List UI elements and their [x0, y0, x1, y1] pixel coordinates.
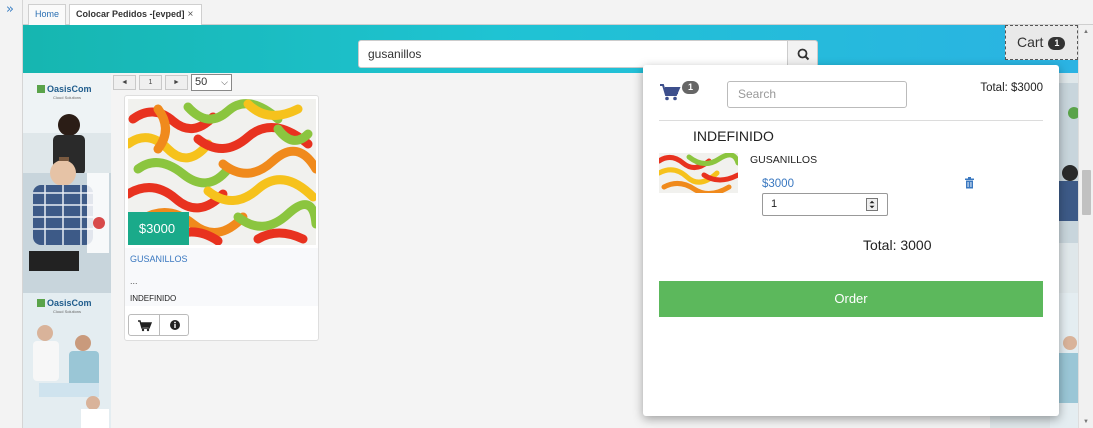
previous-page-button[interactable]: ◄	[113, 75, 136, 90]
order-button[interactable]: Order	[659, 281, 1043, 317]
scroll-down-icon[interactable]: ▼	[1083, 419, 1089, 425]
tab-colocar-pedidos[interactable]: Colocar Pedidos -[evped] ×	[69, 4, 202, 26]
cart-search-input[interactable]: Search	[727, 81, 907, 108]
chevron-down-icon: ⌵	[221, 77, 228, 87]
scroll-up-icon[interactable]: ▲	[1083, 29, 1089, 35]
divider	[659, 120, 1043, 121]
info-icon[interactable]	[160, 315, 190, 335]
left-sidebar-strip: »	[0, 0, 23, 428]
cart-item-name: GUSANILLOS	[750, 154, 818, 166]
svg-text:OasisCom: OasisCom	[47, 298, 92, 308]
trash-icon[interactable]	[964, 177, 975, 189]
product-image[interactable]: $3000	[128, 99, 316, 245]
current-page-button[interactable]: 1	[139, 75, 162, 90]
product-info: GUSANILLOS ... INDEFINIDO	[125, 248, 318, 306]
svg-text:Cloud Solutions: Cloud Solutions	[53, 95, 81, 100]
next-page-button[interactable]: ►	[165, 75, 188, 90]
cart-icon[interactable]	[129, 315, 159, 335]
tab-home[interactable]: Home	[28, 4, 66, 25]
cart-total: Total: $3000	[980, 82, 1043, 94]
tab-bar: Home Colocar Pedidos -[evped] ×	[23, 0, 1093, 26]
quantity-value: 1	[771, 198, 778, 210]
scroll-thumb[interactable]	[1082, 170, 1091, 215]
price-tag: $3000	[128, 212, 189, 245]
vertical-scrollbar[interactable]: ▲ ▼	[1078, 25, 1093, 428]
cart-item-price: $3000	[762, 178, 794, 190]
search-button[interactable]	[787, 40, 818, 68]
tab-label: Colocar Pedidos -[evped]	[76, 9, 185, 19]
search-input[interactable]: gusanillos	[358, 40, 788, 68]
close-icon[interactable]: ×	[188, 9, 194, 20]
cart-panel: 1 Search Total: $3000 INDEFINIDO GUSANIL…	[643, 65, 1059, 416]
cart-button[interactable]: Cart 1	[1005, 25, 1078, 60]
cart-count-badge: 1	[1048, 37, 1066, 50]
product-card: $3000 GUSANILLOS ... INDEFINIDO	[124, 95, 319, 341]
page-size-value: 50	[195, 76, 208, 88]
cart-icon	[660, 84, 681, 101]
cart-label: Cart	[1017, 34, 1044, 50]
ad-banner-left[interactable]: OasisCom Cloud Solutions OasisCom Cloud …	[23, 73, 111, 428]
spinner-icon[interactable]	[866, 198, 878, 211]
product-description: ...	[130, 276, 138, 286]
quantity-stepper[interactable]: 1	[762, 193, 888, 216]
cart-item-image	[659, 153, 738, 193]
svg-text:Cloud Solutions: Cloud Solutions	[53, 309, 81, 314]
double-chevron-right-icon[interactable]: »	[6, 3, 14, 17]
product-category: INDEFINIDO	[130, 294, 177, 303]
product-actions	[128, 314, 189, 336]
cart-item-total: Total: 3000	[863, 237, 932, 253]
ad-image: OasisCom Cloud Solutions OasisCom Cloud …	[23, 73, 111, 428]
ad-brand-text: OasisCom	[47, 84, 92, 94]
page-size-select[interactable]: 50 ⌵	[191, 74, 232, 91]
product-name[interactable]: GUSANILLOS	[130, 254, 188, 264]
app-window: » Home Colocar Pedidos -[evped] × gusanil…	[0, 0, 1093, 428]
gummy-worms-image	[659, 153, 738, 193]
cart-count-badge: 1	[682, 81, 699, 94]
cart-category-heading: INDEFINIDO	[693, 128, 774, 144]
